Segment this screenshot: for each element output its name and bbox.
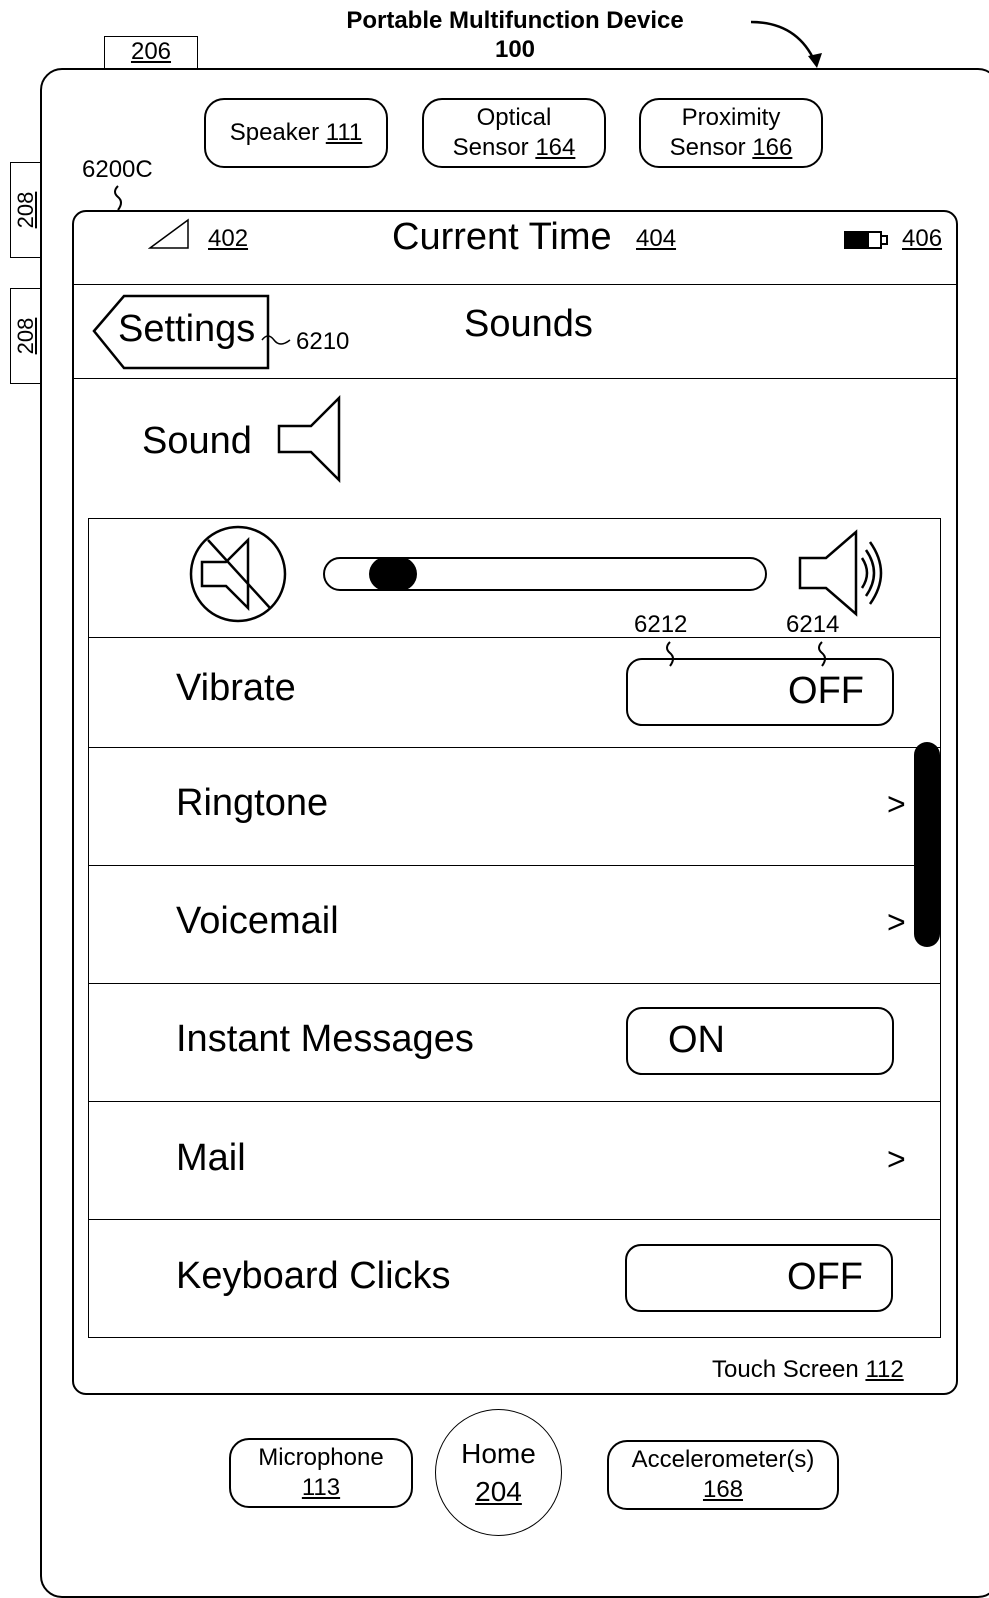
battery-ref: 406 [902,225,943,252]
volume-slider-thumb[interactable] [369,557,417,591]
signal-icon [148,218,189,249]
optical-sensor-line1: Optical [476,104,552,131]
vibrate-toggle[interactable]: OFF [626,658,894,726]
proximity-sensor-ref: 166 [752,134,793,161]
toggle-track-ref: 6212 [634,611,688,638]
sound-label: Sound [142,420,252,462]
accelerometer-label: Accelerometer(s) [631,1446,815,1473]
instant-messages-label: Instant Messages [176,1018,474,1060]
voicemail-label[interactable]: Voicemail [176,900,339,943]
scrollbar[interactable] [914,742,940,947]
figure-title: Portable Multifunction Device 100 [300,6,730,64]
microphone-label: Microphone [258,1444,384,1471]
status-bar-divider [74,284,956,285]
speaker-icon [277,394,341,484]
mail-label[interactable]: Mail [176,1137,246,1180]
settings-ref: 6210 [296,328,350,355]
top-tab: 206 [104,36,198,68]
current-time: Current Time [392,216,612,258]
touch-screen-label-text: Touch Screen [712,1356,859,1383]
speaker-component: Speaker 111 [204,98,388,168]
accelerometer-component: Accelerometer(s) 168 [607,1440,839,1510]
optical-sensor-label: Sensor [452,134,529,161]
side-button-upper[interactable]: 208 [10,162,40,258]
optical-sensor-ref: 164 [535,134,576,161]
device-pointer-arrow [750,20,822,68]
figure-device-ref: 100 [494,36,536,63]
keyboard-clicks-toggle[interactable]: OFF [625,1244,893,1312]
home-ref: 204 [475,1475,522,1507]
top-tab-ref: 206 [130,38,172,65]
row-divider [89,865,940,866]
microphone-ref: 113 [301,1474,341,1501]
row-divider [89,983,940,984]
ringtone-label[interactable]: Ringtone [176,782,328,825]
speaker-label: Speaker [229,119,320,146]
battery-icon [844,231,888,249]
proximity-sensor-label: Sensor [669,134,746,161]
voicemail-chevron-icon[interactable]: > [887,904,906,941]
home-button[interactable]: Home 204 [435,1409,562,1536]
signal-ref: 402 [208,225,249,252]
keyboard-clicks-label: Keyboard Clicks [176,1255,451,1297]
nav-bar-divider [74,378,956,379]
optical-sensor-component: Optical Sensor 164 [422,98,606,168]
touch-screen-ref: 112 [865,1356,904,1383]
accelerometer-ref: 168 [702,1476,744,1503]
side-button-upper-ref: 208 [12,191,38,229]
proximity-sensor-component: Proximity Sensor 166 [639,98,823,168]
settings-back-label[interactable]: Settings [118,308,255,351]
instant-messages-toggle[interactable]: ON [626,1007,894,1075]
row-divider [89,1219,940,1220]
side-button-lower[interactable]: 208 [10,288,40,384]
settings-ref-leader [261,335,291,345]
speaker-ref: 111 [325,119,363,146]
home-label: Home [461,1437,536,1469]
toggle-thumb-ref: 6214 [786,611,840,638]
proximity-sensor-line1: Proximity [681,104,781,131]
screen-ref-leader [114,185,122,211]
current-time-ref: 404 [636,225,677,252]
ringtone-chevron-icon[interactable]: > [887,786,906,823]
vibrate-label: Vibrate [176,667,296,709]
row-divider [89,747,940,748]
touch-screen-label: Touch Screen 112 [712,1356,904,1384]
row-divider [89,1101,940,1102]
volume-max-icon[interactable] [796,528,900,620]
side-button-lower-ref: 208 [12,317,38,355]
figure-title-text: Portable Multifunction Device [346,7,684,34]
microphone-component: Microphone 113 [229,1438,413,1508]
screen-ref: 6200C [82,156,153,183]
mute-icon[interactable] [186,522,290,626]
mail-chevron-icon[interactable]: > [887,1141,906,1178]
page-title: Sounds [464,303,593,345]
